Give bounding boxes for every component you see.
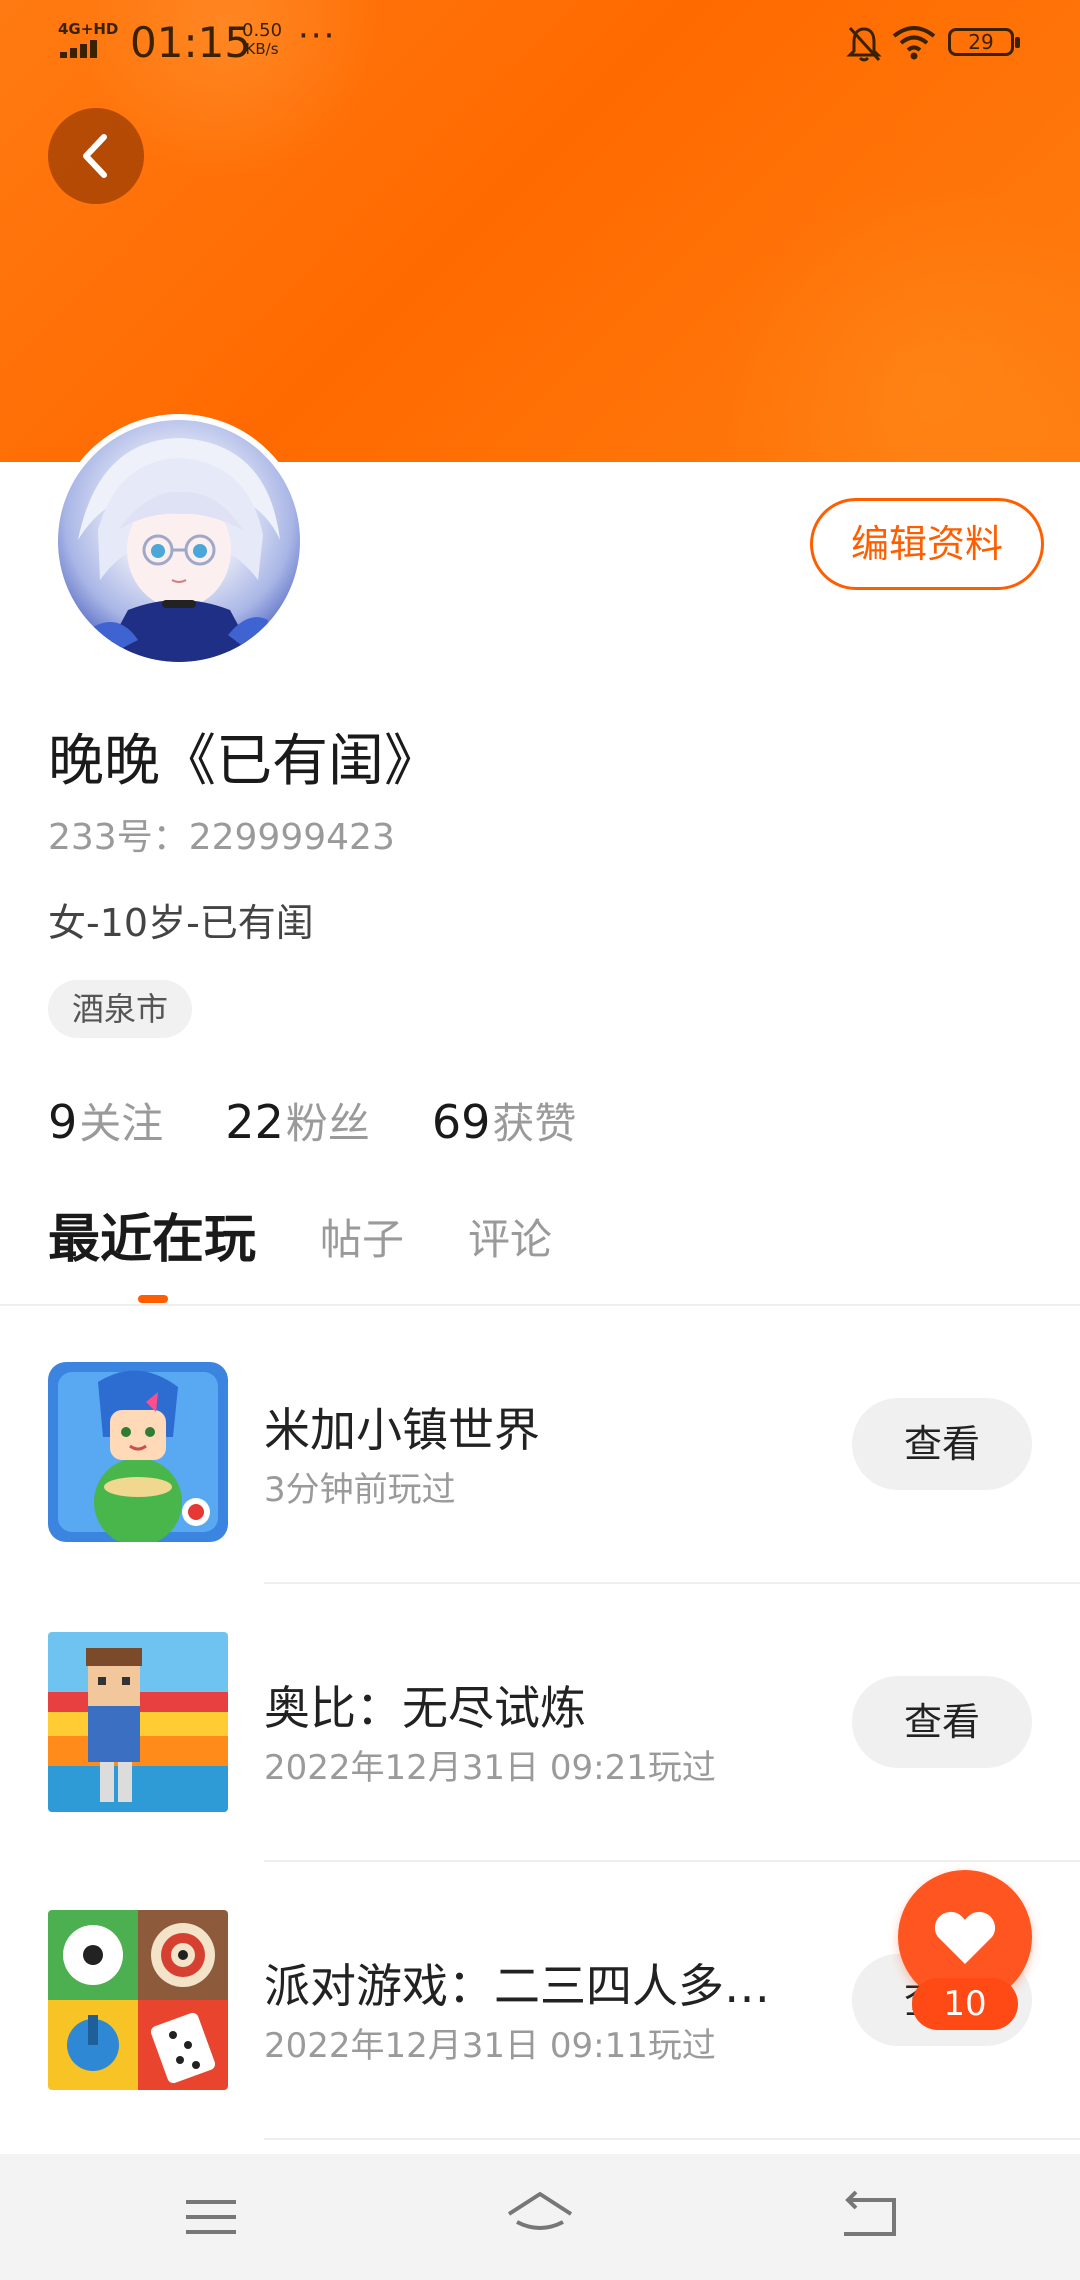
game-title: 米加小镇世界 bbox=[264, 1403, 540, 1457]
clock: 01:15 bbox=[130, 18, 252, 67]
wifi-icon bbox=[892, 26, 936, 60]
profile-page: 4G+HD 01:15 0.50 KB/s ··· 29 编辑资料 晚晚《已有闺… bbox=[0, 0, 1080, 2280]
game-icon-obi bbox=[48, 1632, 228, 1812]
menu-icon[interactable] bbox=[176, 2182, 246, 2252]
followers-stat[interactable]: 22 粉丝 bbox=[225, 1090, 370, 1151]
bell-muted-icon bbox=[846, 26, 882, 62]
banner-glow bbox=[720, 180, 1080, 462]
tab-comments[interactable]: 评论 bbox=[468, 1200, 552, 1280]
user-id-value: 229999423 bbox=[188, 817, 395, 858]
following-label: 关注 bbox=[79, 1099, 164, 1148]
back-button[interactable] bbox=[48, 108, 144, 204]
followers-label: 粉丝 bbox=[285, 1099, 370, 1148]
view-button[interactable]: 查看 bbox=[852, 1398, 1032, 1490]
edit-profile-button[interactable]: 编辑资料 bbox=[810, 498, 1044, 590]
bio: 女-10岁-已有闺 bbox=[48, 901, 314, 945]
following-count: 9 bbox=[48, 1095, 78, 1149]
tab-posts[interactable]: 帖子 bbox=[320, 1200, 404, 1280]
avatar-image bbox=[58, 420, 300, 662]
speed-unit: KB/s bbox=[245, 40, 279, 58]
status-bar: 4G+HD 01:15 0.50 KB/s ··· 29 bbox=[0, 0, 1080, 90]
speed-value: 0.50 bbox=[242, 20, 283, 41]
game-played-time: 2022年12月31日 09:11玩过 bbox=[264, 2026, 716, 2066]
tab-recently-played[interactable]: 最近在玩 bbox=[48, 1200, 256, 1280]
view-button[interactable]: 查看 bbox=[852, 1676, 1032, 1768]
game-played-time: 3分钟前玩过 bbox=[264, 1470, 456, 1510]
following-stat[interactable]: 9 关注 bbox=[48, 1090, 163, 1151]
likes-label: 获赞 bbox=[492, 1099, 577, 1148]
chevron-left-icon bbox=[83, 134, 107, 178]
game-played-time: 2022年12月31日 09:21玩过 bbox=[264, 1748, 716, 1788]
system-nav-bar bbox=[0, 2154, 1080, 2280]
avatar[interactable] bbox=[52, 414, 306, 668]
game-title: 奥比：无尽试炼 bbox=[264, 1681, 586, 1735]
list-divider bbox=[264, 2138, 1080, 2140]
like-count: 10 bbox=[912, 1978, 1018, 2030]
back-icon[interactable] bbox=[834, 2182, 904, 2252]
avatar-illustration bbox=[78, 438, 280, 662]
nickname: 晚晚《已有闺》 bbox=[48, 729, 440, 794]
heart-icon bbox=[934, 1911, 996, 1964]
battery-indicator: 29 bbox=[948, 28, 1020, 56]
user-id: 233号：229999423 bbox=[48, 808, 395, 860]
network-speed: 0.50 KB/s bbox=[242, 20, 283, 59]
network-type: 4G+HD bbox=[58, 20, 119, 38]
user-id-label: 233号： bbox=[48, 817, 189, 858]
active-tab-indicator bbox=[138, 1295, 168, 1303]
likes-stat[interactable]: 69 获赞 bbox=[432, 1090, 577, 1151]
game-icon-party bbox=[48, 1910, 228, 2090]
game-icon-miga bbox=[48, 1362, 228, 1542]
game-title: 派对游戏：二三四人多… bbox=[264, 1959, 770, 2013]
followers-count: 22 bbox=[225, 1095, 284, 1149]
home-icon[interactable] bbox=[505, 2182, 575, 2252]
more-notifications-icon: ··· bbox=[298, 16, 337, 56]
profile-tabs: 最近在玩 帖子 评论 bbox=[48, 1200, 616, 1280]
likes-count: 69 bbox=[431, 1095, 491, 1149]
list-item[interactable]: 奥比：无尽试炼 2022年12月31日 09:21玩过 查看 bbox=[0, 1584, 1080, 1862]
city-tag: 酒泉市 bbox=[48, 980, 193, 1038]
signal-icon bbox=[60, 38, 104, 58]
list-item[interactable]: 米加小镇世界 3分钟前玩过 查看 bbox=[0, 1306, 1080, 1584]
profile-stats: 9 关注 22 粉丝 69 获赞 bbox=[48, 1090, 638, 1151]
